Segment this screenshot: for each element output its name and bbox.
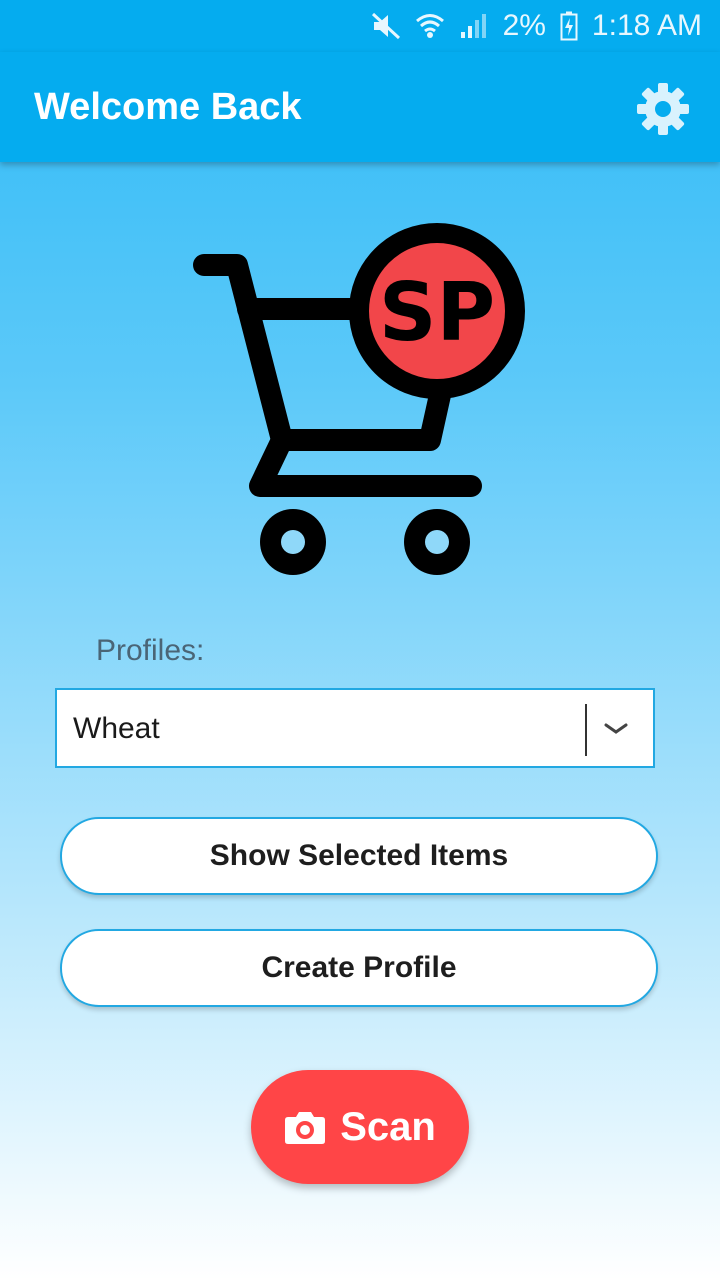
battery-percent: 2%: [502, 9, 546, 42]
app-logo: SP: [190, 218, 530, 580]
show-selected-items-button[interactable]: Show Selected Items: [60, 817, 658, 895]
profiles-label: Profiles:: [96, 634, 205, 667]
shopping-cart-logo-icon: SP: [193, 223, 525, 575]
profile-dropdown[interactable]: Wheat: [55, 688, 655, 768]
page-title: Welcome Back: [34, 86, 302, 128]
logo-text: SP: [379, 266, 495, 359]
scan-label: Scan: [340, 1104, 436, 1149]
status-time: 1:18 AM: [591, 9, 702, 42]
create-profile-button[interactable]: Create Profile: [60, 929, 658, 1007]
battery-charging-icon: [560, 11, 578, 41]
status-bar: 2% 1:18 AM: [0, 0, 720, 52]
settings-button[interactable]: [632, 78, 694, 140]
signal-icon: [459, 12, 489, 40]
profile-dropdown-value: Wheat: [73, 712, 160, 745]
app-bar: Welcome Back: [0, 52, 720, 162]
dropdown-divider: [585, 704, 587, 756]
chevron-down-icon: [601, 714, 631, 744]
wifi-icon: [415, 12, 445, 40]
gear-icon: [637, 83, 689, 135]
mute-icon: [371, 12, 401, 40]
camera-icon: [284, 1109, 326, 1145]
scan-button[interactable]: Scan: [251, 1070, 469, 1184]
